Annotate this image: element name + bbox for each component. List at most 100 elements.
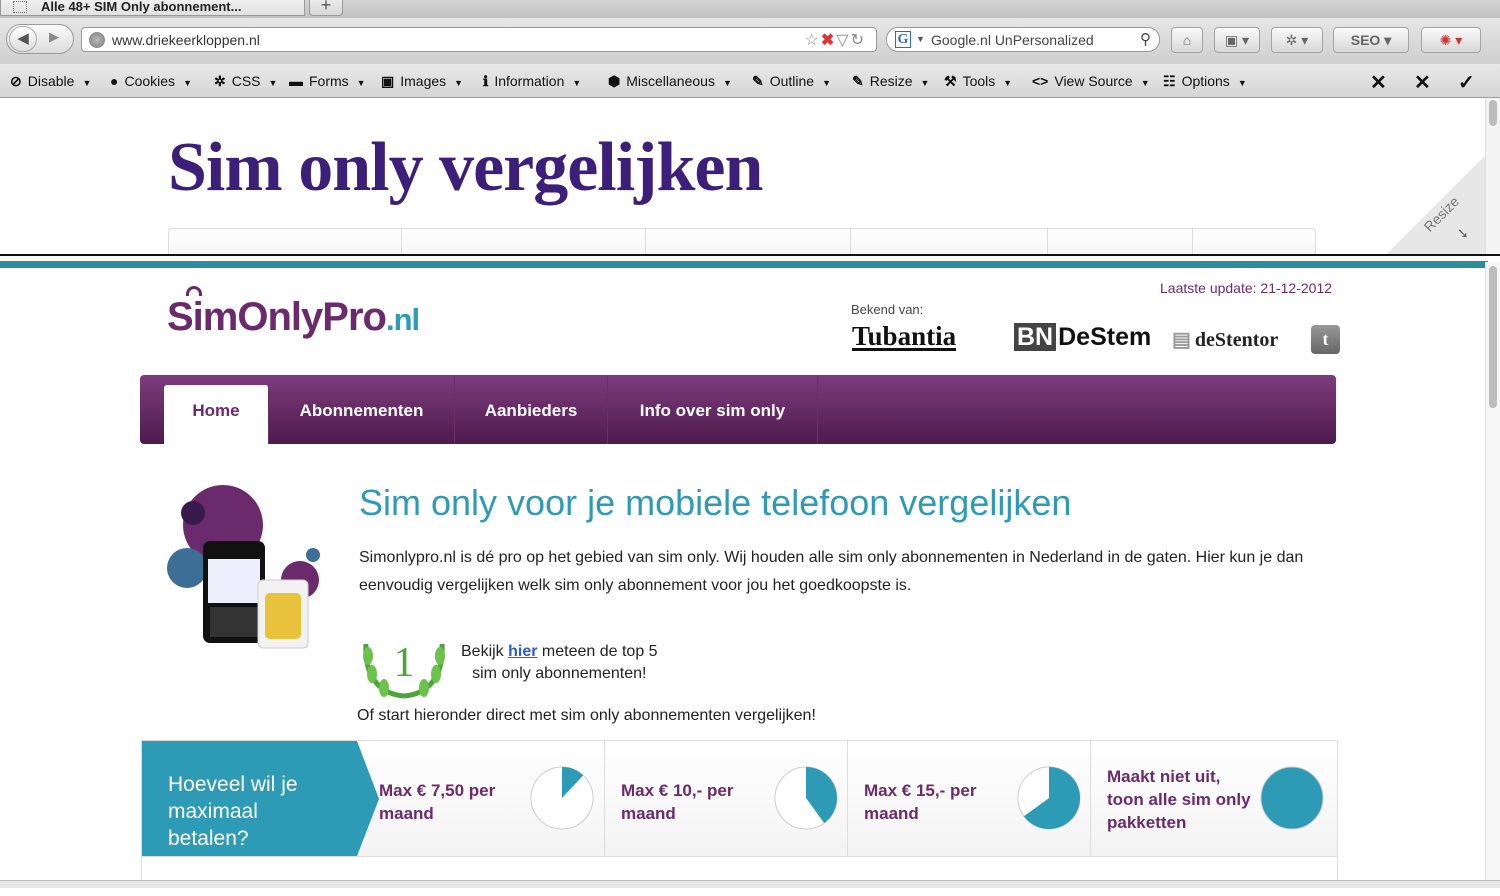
top5-link[interactable]: hier bbox=[508, 643, 537, 660]
bndestem-logo[interactable]: BN DeStem bbox=[1014, 323, 1151, 352]
search-bar[interactable]: G ▼ Google.nl UnPersonalized ⚲ bbox=[886, 27, 1160, 52]
images-menu[interactable]: ▣ Images ▼ bbox=[381, 73, 463, 90]
site-logo[interactable]: SimOnlyPro.nl bbox=[167, 295, 420, 340]
close-icon[interactable]: ✕ bbox=[1414, 70, 1431, 95]
info-icon: ℹ bbox=[483, 73, 489, 89]
nav-home[interactable]: Home bbox=[164, 385, 269, 444]
price-filter: Hoeveel wil je maximaal betalen? Max € 7… bbox=[141, 740, 1338, 896]
price-option-10[interactable]: Max € 10,- per maand bbox=[605, 741, 848, 856]
old-nav-tab[interactable] bbox=[851, 229, 1048, 255]
web-developer-toolbar: ⊘ Disable ▼ ● Cookies ▼ ✲ CSS ▼ ▬ Forms ▼ ▣ Image… bbox=[0, 64, 1500, 98]
seo-button[interactable]: SEO ▾ bbox=[1333, 27, 1409, 53]
price-option-15[interactable]: Max € 15,- per maand bbox=[848, 741, 1091, 856]
resize-menu[interactable]: ✎ Resize ▼ bbox=[852, 73, 929, 90]
options-menu[interactable]: ☷ Options ▼ bbox=[1163, 73, 1247, 90]
cookies-menu[interactable]: ● Cookies ▼ bbox=[110, 73, 192, 89]
nav-info[interactable]: Info over sim only bbox=[608, 375, 818, 444]
twitter-icon[interactable]: t bbox=[1311, 325, 1340, 354]
logo-tld: .nl bbox=[385, 302, 420, 337]
filter-question: Hoeveel wil je maximaal betalen? bbox=[168, 773, 298, 850]
menu-label: Resize bbox=[869, 73, 913, 89]
pie-base bbox=[1260, 766, 1324, 830]
menu-label: Miscellaneous bbox=[626, 73, 715, 89]
browser-tab[interactable]: Alle 48+ SIM Only abonnement... bbox=[0, 0, 305, 16]
old-nav-tab[interactable] bbox=[1048, 229, 1193, 255]
addon-button[interactable]: ✲ ▾ bbox=[1271, 27, 1323, 53]
search-input[interactable]: Google.nl UnPersonalized bbox=[931, 32, 1094, 48]
old-nav-tab[interactable] bbox=[169, 229, 402, 255]
menu-label: Images bbox=[400, 73, 447, 89]
menu-label: View Source bbox=[1054, 73, 1133, 89]
main-nav: Home Abonnementen Aanbieders Info over s… bbox=[140, 375, 1336, 444]
resize-handle[interactable] bbox=[1385, 156, 1485, 255]
page-title: Sim only vergelijken bbox=[168, 129, 763, 206]
nav-abonnementen[interactable]: Abonnementen bbox=[269, 375, 455, 444]
search-icon[interactable]: ⚲ bbox=[1140, 30, 1151, 48]
dropdown-icon[interactable]: ▽ bbox=[836, 32, 850, 49]
chevron-down-icon: ▼ bbox=[82, 78, 92, 88]
last-update: Laatste update: 21-12-2012 bbox=[1160, 280, 1333, 296]
tools-menu[interactable]: ⚒ Tools ▼ bbox=[944, 73, 1012, 90]
wrench-icon: ⚒ bbox=[944, 73, 957, 89]
bookmark-star-icon[interactable]: ☆ bbox=[805, 32, 821, 49]
scrollbar[interactable] bbox=[1485, 98, 1500, 255]
stop-icon[interactable]: ✖ bbox=[821, 32, 836, 49]
chevron-down-icon: ▼ bbox=[822, 78, 832, 88]
new-tab-button[interactable]: + bbox=[309, 0, 343, 16]
options-icon: ☷ bbox=[1163, 73, 1176, 89]
destentor-text: deStentor bbox=[1194, 329, 1279, 351]
scroll-thumb[interactable] bbox=[1489, 266, 1497, 408]
menu-label: CSS bbox=[231, 73, 261, 89]
destentor-logo[interactable]: ▤ deStentor bbox=[1172, 327, 1278, 352]
nav-aanbieders[interactable]: Aanbieders bbox=[455, 375, 608, 444]
destem-text: DeStem bbox=[1058, 323, 1152, 351]
known-from-label: Bekend van: bbox=[851, 302, 924, 317]
tab-bar: Alle 48+ SIM Only abonnement... + bbox=[0, 0, 1500, 18]
menu-label: Cookies bbox=[124, 73, 176, 89]
code-icon: <> bbox=[1032, 73, 1049, 89]
outline-menu[interactable]: ✎ Outline ▼ bbox=[752, 73, 831, 90]
information-menu[interactable]: ℹ Information ▼ bbox=[483, 73, 581, 90]
url-text[interactable]: www.driekeerkloppen.nl bbox=[112, 32, 260, 48]
laurel-badge-icon: 1 bbox=[363, 640, 445, 699]
reload-icon[interactable]: ↻ bbox=[851, 32, 866, 49]
price-option-750[interactable]: Max € 7,50 per maand bbox=[379, 741, 605, 856]
old-nav-tab[interactable] bbox=[402, 229, 646, 255]
back-icon[interactable]: ◀ bbox=[9, 26, 37, 52]
user-icon: ● bbox=[110, 73, 119, 89]
scroll-thumb[interactable] bbox=[1489, 100, 1497, 126]
css-menu[interactable]: ✲ CSS ▼ bbox=[214, 73, 277, 90]
search-engine-dropdown-icon[interactable]: ▼ bbox=[916, 34, 925, 44]
price-option-all[interactable]: Maakt niet uit, toon alle sim only pakke… bbox=[1091, 741, 1337, 856]
miscellaneous-menu[interactable]: ⬢ Miscellaneous ▼ bbox=[608, 73, 732, 90]
extension-button[interactable]: ✺ ▾ bbox=[1421, 27, 1481, 53]
chevron-down-icon: ▼ bbox=[183, 78, 192, 88]
check-icon[interactable]: ✓ bbox=[1458, 70, 1475, 95]
navigation-toolbar: ◀ ▶ www.driekeerkloppen.nl ☆✖▽↻ G ▼ Goog… bbox=[0, 18, 1500, 64]
old-page-viewport: Sim only vergelijken Resize ➘ bbox=[0, 98, 1485, 255]
old-nav-tab[interactable] bbox=[646, 229, 851, 255]
url-bar[interactable]: www.driekeerkloppen.nl ☆✖▽↻ bbox=[81, 27, 877, 52]
view-source-menu[interactable]: <> View Source ▼ bbox=[1032, 73, 1150, 89]
option-label: Max € 15,- per maand bbox=[864, 781, 977, 823]
close-icon[interactable]: ✕ bbox=[1370, 70, 1387, 95]
forward-icon[interactable]: ▶ bbox=[49, 29, 59, 45]
forms-menu[interactable]: ▬ Forms ▼ bbox=[289, 73, 366, 89]
option-label: Max € 7,50 per maand bbox=[379, 781, 496, 823]
chevron-down-icon: ▼ bbox=[1237, 78, 1247, 88]
filter-arrow bbox=[357, 741, 379, 856]
results-area bbox=[142, 856, 1337, 896]
top5-callout: Bekijk hier meteen de top 5 sim only abo… bbox=[461, 641, 658, 685]
disable-menu[interactable]: ⊘ Disable ▼ bbox=[10, 73, 91, 90]
tubantia-logo[interactable]: Tubantia bbox=[852, 323, 957, 351]
option-label: Maakt niet uit, toon alle sim only pakke… bbox=[1107, 767, 1251, 832]
bookmarks-button[interactable]: ▣ ▾ bbox=[1214, 27, 1260, 53]
chevron-down-icon: ▼ bbox=[356, 78, 366, 88]
scrollbar[interactable] bbox=[1485, 262, 1500, 888]
google-icon[interactable]: G bbox=[895, 31, 911, 48]
menu-label: Outline bbox=[769, 73, 815, 89]
home-icon[interactable]: ⌂ bbox=[1171, 27, 1203, 53]
pie-icon bbox=[530, 766, 594, 830]
resize-arrow-icon: ➘ bbox=[1457, 225, 1469, 241]
pie-icon bbox=[774, 766, 838, 830]
